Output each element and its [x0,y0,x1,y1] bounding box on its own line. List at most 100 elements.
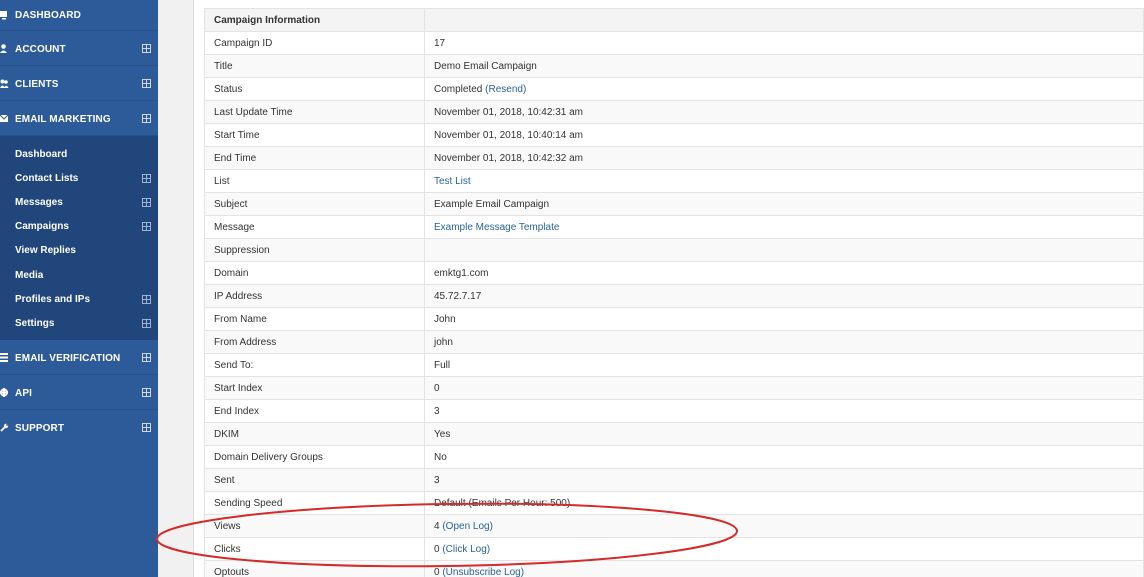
row-value-text: November 01, 2018, 10:40:14 am [434,129,583,141]
sidebar-item-campaigns[interactable]: Campaigns [0,215,158,239]
table-row: Title Demo Email Campaign [204,54,1144,78]
expand-icon[interactable] [142,352,151,362]
nav-dashboard[interactable]: DASHBOARD [0,0,158,31]
row-value: Test List [424,169,1144,193]
expand-icon[interactable] [142,222,151,232]
row-value: Default (Emails Per Hour: 500) [424,491,1144,515]
nav-api[interactable]: API [0,375,158,410]
row-value-text: 0 [434,543,440,555]
sidebar-item-view-replies[interactable]: View Replies [0,239,158,263]
row-value: 0 (Click Log) [424,537,1144,561]
table-row: Status Completed (Resend) [204,77,1144,101]
nav-email-verification[interactable]: EMAIL VERIFICATION [0,340,158,375]
expand-icon[interactable] [142,44,151,53]
row-label: From Address [204,330,425,354]
expand-icon[interactable] [142,294,151,304]
sidebar-item-label: Dashboard [15,148,68,160]
row-value-text: November 01, 2018, 10:42:31 am [434,106,583,118]
table-row: Start Index 0 [204,376,1144,400]
sidebar-item-contact-lists[interactable]: Contact Lists [0,166,158,190]
sidebar-item-media[interactable]: Media [0,263,158,287]
row-link[interactable]: (Unsubscribe Log) [442,567,524,577]
table-row: Sending Speed Default (Emails Per Hour: 5… [204,491,1144,515]
row-value-text: Completed [434,83,483,95]
row-label: DKIM [204,422,425,446]
wrench-icon [0,423,9,432]
expand-icon[interactable] [142,387,151,397]
row-label: Suppression [204,238,425,262]
row-value: 3 [424,399,1144,423]
row-label: Sent [204,468,425,492]
row-value: November 01, 2018, 10:40:14 am [424,123,1144,147]
row-label: Title [204,54,425,78]
sidebar-item-label: Settings [15,317,55,329]
expand-icon[interactable] [142,197,151,207]
row-value-text: 4 [434,520,440,532]
table-row: From Address john [204,330,1144,354]
row-value-text: 17 [434,37,446,49]
table-row: From Name John [204,307,1144,331]
row-label: Sending Speed [204,491,425,515]
row-value-text: john [434,336,453,348]
row-link[interactable]: (Click Log) [442,544,490,555]
sidebar-item-profiles-and-ips[interactable]: Profiles and IPs [0,287,158,311]
table-row: List Test List [204,169,1144,193]
sidebar-item-dashboard[interactable]: Dashboard [0,142,158,166]
expand-icon[interactable] [142,173,151,183]
row-label: Message [204,215,425,239]
table-row: Subject Example Email Campaign [204,192,1144,216]
row-label: List [204,169,425,193]
nav-account[interactable]: ACCOUNT [0,31,158,66]
expand-icon[interactable] [142,114,151,123]
table-row: Suppression [204,238,1144,262]
row-value-text: 0 [434,382,440,394]
table-row: Last Update Time November 01, 2018, 10:42… [204,100,1144,124]
row-value-text: Default (Emails Per Hour: 500) [434,497,571,509]
table-row: DKIM Yes [204,422,1144,446]
gear-icon [0,387,8,397]
row-link[interactable]: (Open Log) [442,521,493,532]
row-value: 45.72.7.17 [424,284,1144,308]
campaign-info-table: Campaign Information Campaign ID 17 Title D… [204,8,1144,577]
row-value: No [424,445,1144,469]
nav-support-label: SUPPORT [15,422,65,434]
expand-icon[interactable] [142,422,151,432]
row-label: Start Time [204,123,425,147]
nav-clients[interactable]: CLIENTS [0,66,158,101]
row-value-text: November 01, 2018, 10:42:32 am [434,152,583,164]
row-label: End Index [204,399,425,423]
table-row: Views 4 (Open Log) [204,514,1144,538]
table-row: Optouts 0 (Unsubscribe Log) [204,560,1144,577]
table-row: Message Example Message Template [204,215,1144,239]
monitor-icon [0,11,7,20]
table-header-row: Campaign Information [204,8,1144,32]
nav-support[interactable]: SUPPORT [0,410,158,445]
nav-email-marketing[interactable]: EMAIL MARKETING [0,101,158,136]
row-link[interactable]: (Resend) [485,84,526,95]
row-value-text: emktg1.com [434,267,489,279]
row-label: Views [204,514,425,538]
row-link[interactable]: Example Message Template [434,222,559,233]
row-link[interactable]: Test List [434,176,471,187]
sidebar-item-messages[interactable]: Messages [0,190,158,214]
table-row: End Time November 01, 2018, 10:42:32 am [204,146,1144,170]
row-value-text: 0 [434,566,440,577]
row-value [424,238,1144,262]
sidebar-item-label: Media [15,269,44,281]
expand-icon[interactable] [142,318,151,328]
sidebar-item-settings[interactable]: Settings [0,311,158,335]
row-value-text: John [434,313,456,325]
row-value: Example Email Campaign [424,192,1144,216]
row-label: Optouts [204,560,425,577]
table-row: IP Address 45.72.7.17 [204,284,1144,308]
table-row: Send To: Full [204,353,1144,377]
row-label: Send To: [204,353,425,377]
table-row: Campaign ID 17 [204,31,1144,55]
sidebar: DASHBOARD ACCOUNT CLIENTS EMAIL MARKETIN… [0,0,158,577]
row-value: Demo Email Campaign [424,54,1144,78]
users-icon [0,79,9,88]
expand-icon[interactable] [142,79,151,88]
row-value-text: 45.72.7.17 [434,290,482,302]
row-label: Domain [204,261,425,285]
row-label: End Time [204,146,425,170]
